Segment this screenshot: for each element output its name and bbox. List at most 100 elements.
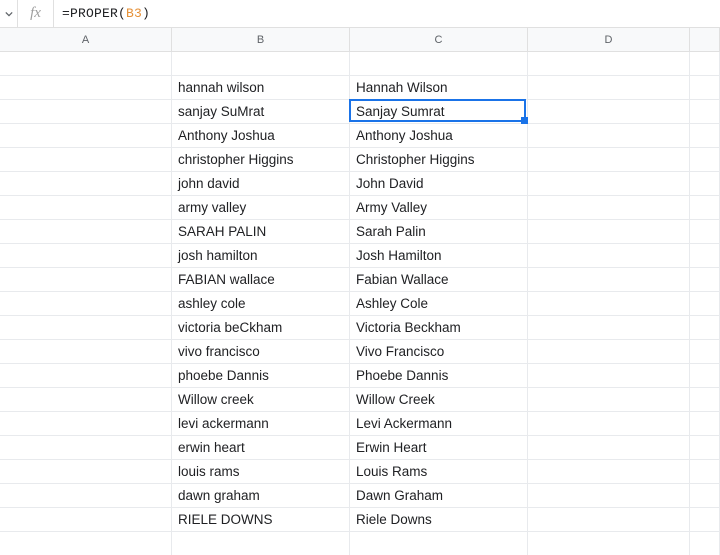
cell-C1[interactable] [350,52,528,76]
cell-D21[interactable] [528,532,690,555]
column-header-E[interactable] [690,28,720,51]
cell-B7[interactable]: army valley [172,196,350,220]
cell-D2[interactable] [528,76,690,100]
cell-E1[interactable] [690,52,720,76]
cell-E9[interactable] [690,244,720,268]
cell-D17[interactable] [528,436,690,460]
cell-E7[interactable] [690,196,720,220]
cell-B1[interactable] [172,52,350,76]
cell-B17[interactable]: erwin heart [172,436,350,460]
cell-D19[interactable] [528,484,690,508]
cell-E13[interactable] [690,340,720,364]
cell-D8[interactable] [528,220,690,244]
cell-A8[interactable] [0,220,172,244]
cell-C8[interactable]: Sarah Palin [350,220,528,244]
cell-A4[interactable] [0,124,172,148]
cell-C9[interactable]: Josh Hamilton [350,244,528,268]
cell-C10[interactable]: Fabian Wallace [350,268,528,292]
cell-D15[interactable] [528,388,690,412]
cell-E5[interactable] [690,148,720,172]
cell-E8[interactable] [690,220,720,244]
cell-E17[interactable] [690,436,720,460]
cell-D4[interactable] [528,124,690,148]
cell-B12[interactable]: victoria beCkham [172,316,350,340]
cell-B3[interactable]: sanjay SuMrat [172,100,350,124]
cell-B9[interactable]: josh hamilton [172,244,350,268]
cell-A20[interactable] [0,508,172,532]
cell-D6[interactable] [528,172,690,196]
cell-C19[interactable]: Dawn Graham [350,484,528,508]
cell-A18[interactable] [0,460,172,484]
cell-E11[interactable] [690,292,720,316]
cell-A16[interactable] [0,412,172,436]
cell-B8[interactable]: SARAH PALIN [172,220,350,244]
cell-E6[interactable] [690,172,720,196]
cell-C13[interactable]: Vivo Francisco [350,340,528,364]
cell-D11[interactable] [528,292,690,316]
cell-B2[interactable]: hannah wilson [172,76,350,100]
cell-B21[interactable] [172,532,350,555]
cell-C6[interactable]: John David [350,172,528,196]
cell-B14[interactable]: phoebe Dannis [172,364,350,388]
cell-E3[interactable] [690,100,720,124]
cell-B18[interactable]: louis rams [172,460,350,484]
cell-A11[interactable] [0,292,172,316]
cell-B11[interactable]: ashley cole [172,292,350,316]
cell-D12[interactable] [528,316,690,340]
cell-E15[interactable] [690,388,720,412]
cell-A19[interactable] [0,484,172,508]
cell-A14[interactable] [0,364,172,388]
cell-B4[interactable]: Anthony Joshua [172,124,350,148]
cell-C18[interactable]: Louis Rams [350,460,528,484]
column-header-B[interactable]: B [172,28,350,51]
cell-D10[interactable] [528,268,690,292]
cell-A7[interactable] [0,196,172,220]
cell-D18[interactable] [528,460,690,484]
spreadsheet-grid[interactable]: hannah wilsonHannah Wilsonsanjay SuMratS… [0,52,720,555]
cell-B13[interactable]: vivo francisco [172,340,350,364]
formula-input[interactable]: =PROPER(B3) [54,0,720,27]
cell-C12[interactable]: Victoria Beckham [350,316,528,340]
cell-A6[interactable] [0,172,172,196]
cell-A9[interactable] [0,244,172,268]
cell-B6[interactable]: john david [172,172,350,196]
cell-D9[interactable] [528,244,690,268]
column-header-C[interactable]: C [350,28,528,51]
cell-E18[interactable] [690,460,720,484]
cell-C14[interactable]: Phoebe Dannis [350,364,528,388]
cell-C11[interactable]: Ashley Cole [350,292,528,316]
cell-A17[interactable] [0,436,172,460]
cell-C15[interactable]: Willow Creek [350,388,528,412]
column-header-D[interactable]: D [528,28,690,51]
cell-C16[interactable]: Levi Ackermann [350,412,528,436]
cell-D20[interactable] [528,508,690,532]
cell-B10[interactable]: FABIAN wallace [172,268,350,292]
cell-C3[interactable]: Sanjay Sumrat [350,100,528,124]
column-header-A[interactable]: A [0,28,172,51]
cell-C4[interactable]: Anthony Joshua [350,124,528,148]
cell-A10[interactable] [0,268,172,292]
cell-D7[interactable] [528,196,690,220]
cell-E19[interactable] [690,484,720,508]
cell-A2[interactable] [0,76,172,100]
cell-D16[interactable] [528,412,690,436]
cell-D5[interactable] [528,148,690,172]
cell-C5[interactable]: Christopher Higgins [350,148,528,172]
name-box-dropdown[interactable] [0,0,18,27]
cell-E10[interactable] [690,268,720,292]
cell-C21[interactable] [350,532,528,555]
cell-C17[interactable]: Erwin Heart [350,436,528,460]
cell-E14[interactable] [690,364,720,388]
cell-E21[interactable] [690,532,720,555]
cell-D14[interactable] [528,364,690,388]
cell-E12[interactable] [690,316,720,340]
cell-D13[interactable] [528,340,690,364]
cell-C2[interactable]: Hannah Wilson [350,76,528,100]
cell-E20[interactable] [690,508,720,532]
cell-E16[interactable] [690,412,720,436]
cell-B20[interactable]: RIELE DOWNS [172,508,350,532]
cell-A15[interactable] [0,388,172,412]
cell-B5[interactable]: christopher Higgins [172,148,350,172]
cell-A5[interactable] [0,148,172,172]
cell-C20[interactable]: Riele Downs [350,508,528,532]
